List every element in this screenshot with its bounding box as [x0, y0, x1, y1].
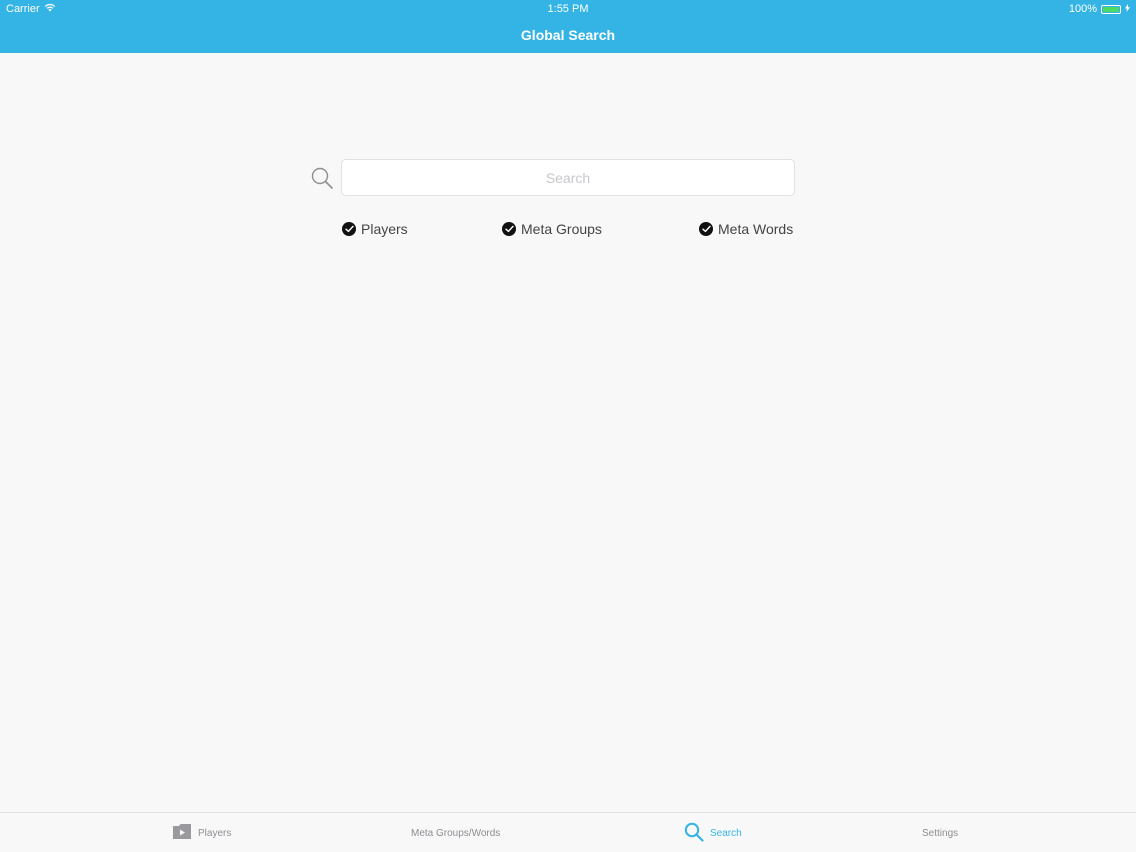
status-time: 1:55 PM: [547, 3, 589, 15]
page-title: Global Search: [520, 27, 616, 43]
status-battery: 100%: [1069, 3, 1130, 15]
battery-percent: 100%: [1068, 3, 1097, 15]
search-icon: [684, 822, 704, 845]
magnifier-icon: [310, 166, 334, 190]
battery-fill: [1103, 6, 1119, 12]
battery-icon: [1101, 4, 1121, 14]
checkmark-icon: [699, 222, 713, 236]
tab-label: Meta Groups/Words: [411, 827, 501, 839]
tab-players[interactable]: Players: [172, 813, 231, 852]
tab-meta-groups-words[interactable]: Meta Groups/Words: [411, 813, 500, 852]
checkmark-icon: [342, 222, 356, 236]
tab-search[interactable]: Search: [684, 813, 742, 852]
filter-meta-groups[interactable]: Meta Groups: [502, 219, 602, 239]
filter-meta-words[interactable]: Meta Words: [699, 219, 793, 239]
tab-label: Search: [710, 827, 742, 839]
filter-label: Meta Words: [718, 221, 794, 237]
filter-players[interactable]: Players: [342, 219, 408, 239]
search-filters: Players Meta Groups Meta Words: [342, 219, 796, 239]
charging-bolt-icon: [1125, 3, 1130, 15]
checkmark-icon: [502, 222, 516, 236]
filter-label: Meta Groups: [521, 221, 602, 237]
tab-bar: Players Meta Groups/Words Search Setting…: [0, 812, 1136, 852]
filter-label: Players: [361, 221, 408, 237]
players-folder-icon: [172, 823, 192, 843]
tab-label: Players: [198, 827, 232, 839]
global-search-screen: Carrier 1:55 PM 100% Global Search Searc…: [0, 0, 1136, 852]
tab-label: Settings: [922, 827, 959, 839]
tab-settings[interactable]: Settings: [922, 813, 958, 852]
navigation-bar: Carrier 1:55 PM 100% Global Search: [0, 0, 1136, 53]
search-input[interactable]: [341, 159, 795, 196]
search-row: [310, 159, 796, 197]
